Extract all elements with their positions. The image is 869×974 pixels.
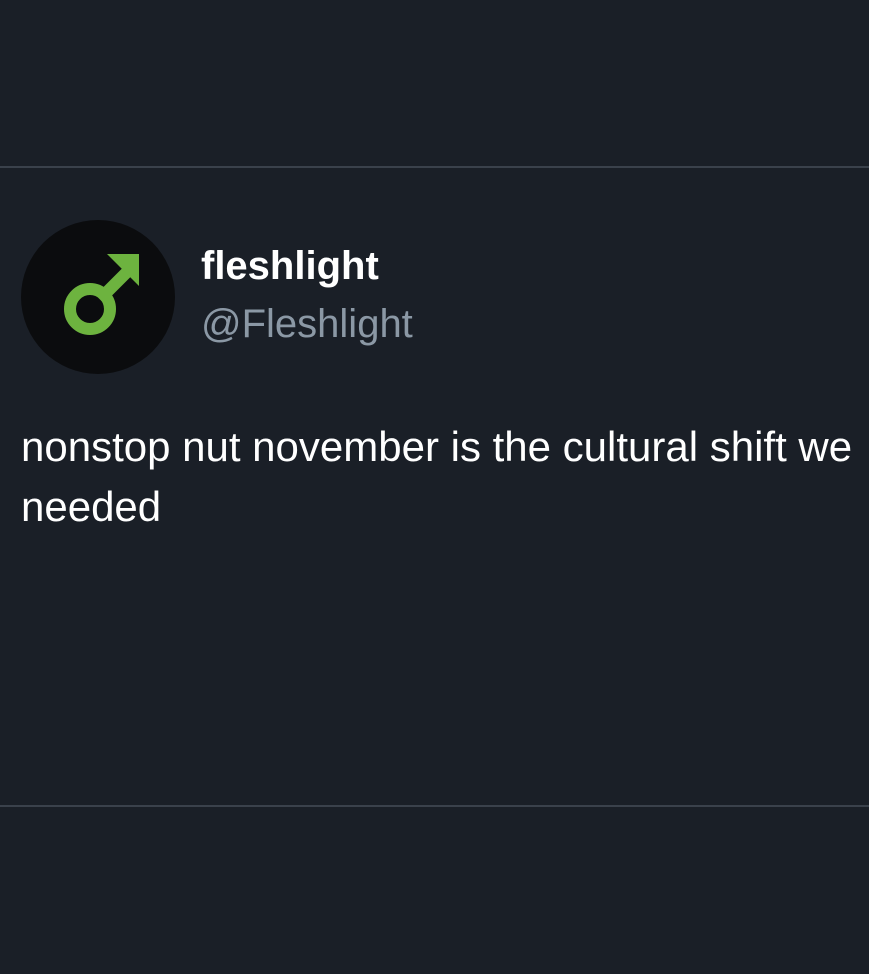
author-display-name[interactable]: fleshlight [201, 242, 379, 290]
author-handle[interactable]: @Fleshlight [201, 300, 413, 348]
avatar[interactable] [21, 220, 175, 374]
male-symbol-icon [64, 254, 139, 335]
top-divider [0, 166, 869, 168]
bottom-divider [0, 805, 869, 807]
tweet-text: nonstop nut november is the cultural shi… [21, 423, 853, 530]
tweet-screen: fleshlight @Fleshlight nonstop nut novem… [0, 0, 869, 974]
